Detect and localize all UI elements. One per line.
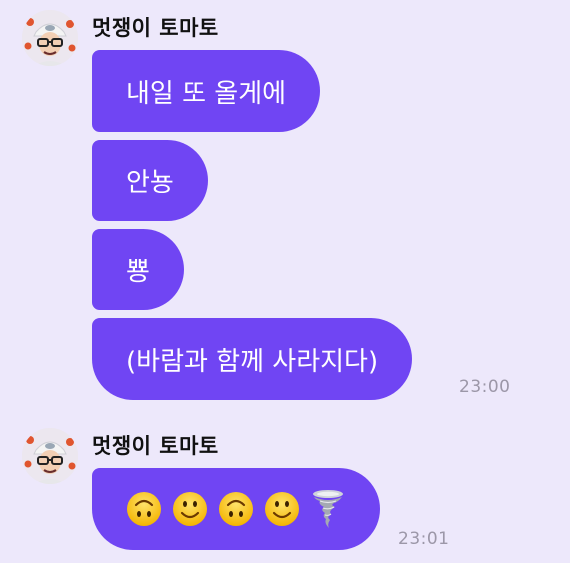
message-text: 뿅	[126, 257, 150, 287]
profile-photo-icon	[22, 428, 78, 484]
message-bubble[interactable]: (바람과 함께 사라지다)	[92, 318, 413, 400]
message-text: (바람과 함께 사라지다)	[126, 346, 379, 377]
profile-photo-icon	[22, 10, 78, 66]
tornado-icon	[313, 490, 343, 528]
upside-down-face-icon	[127, 492, 161, 526]
message-bubble[interactable]: 안뇽	[92, 140, 208, 221]
emoji-row	[126, 489, 346, 529]
avatar[interactable]	[22, 10, 78, 66]
message-bubble[interactable]	[92, 468, 380, 550]
message-timestamp: 23:01	[398, 529, 450, 549]
message-group-1: 멋쟁이 토마토 내일 또 올게에 안뇽 뿅 (바람과 함께 사라지다) 23:0…	[0, 0, 570, 410]
message-bubble[interactable]: 뿅	[92, 229, 184, 310]
message-bubble[interactable]: 내일 또 올게에	[92, 50, 321, 132]
message-text: 안뇽	[126, 168, 174, 198]
message-text: 내일 또 올게에	[126, 78, 287, 109]
sender-name: 멋쟁이 토마토	[92, 434, 219, 458]
upside-down-face-icon	[219, 492, 253, 526]
slightly-smiling-face-icon	[265, 492, 299, 526]
sender-name: 멋쟁이 토마토	[92, 16, 219, 40]
message-group-2: 멋쟁이 토마토 23:01	[0, 418, 570, 563]
avatar[interactable]	[22, 428, 78, 484]
message-timestamp: 23:00	[459, 377, 511, 397]
slightly-smiling-face-icon	[173, 492, 207, 526]
